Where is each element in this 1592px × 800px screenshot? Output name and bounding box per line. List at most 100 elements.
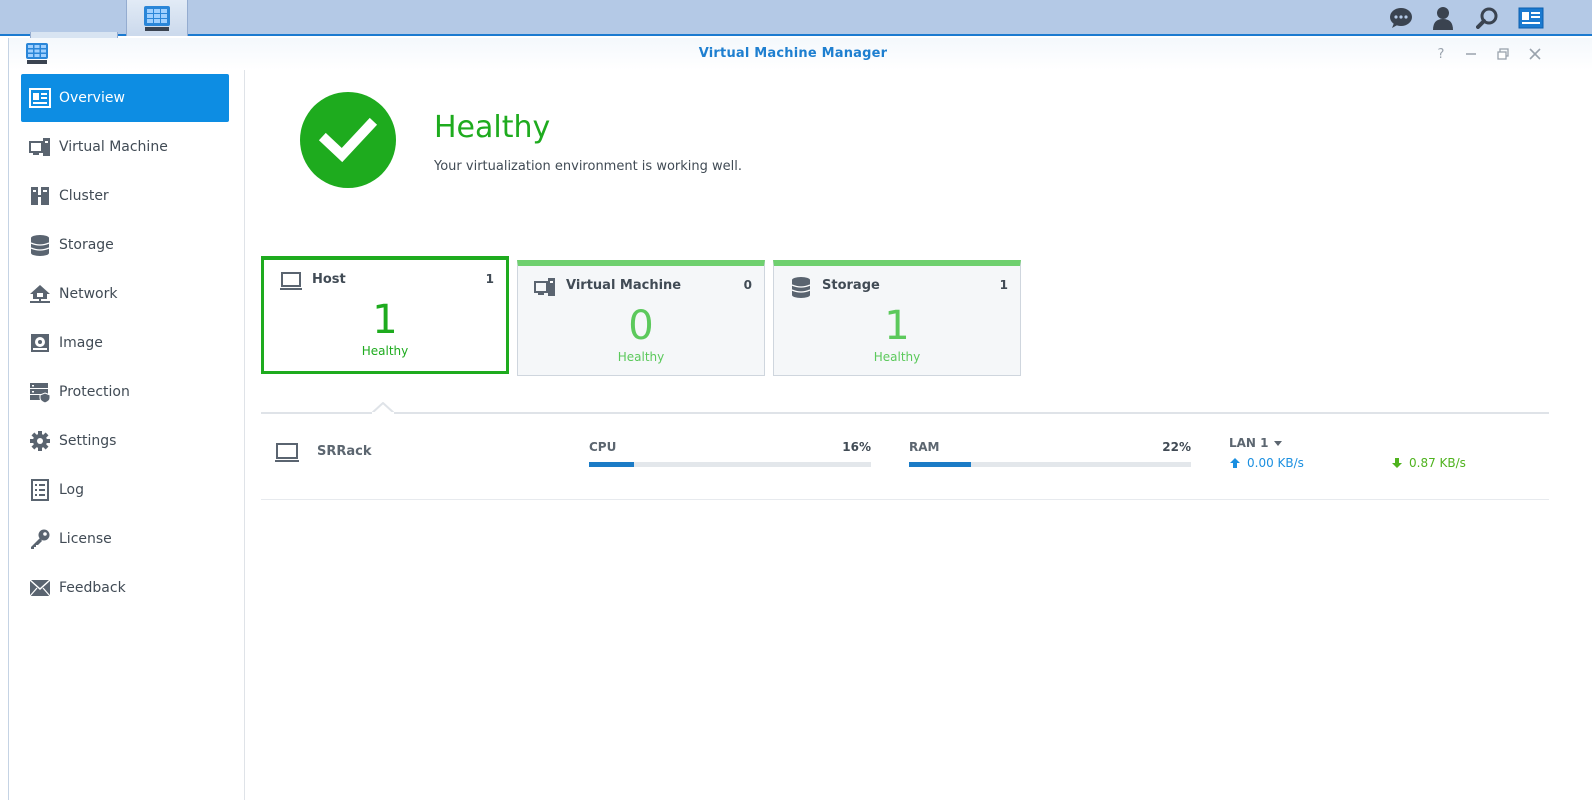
log-icon [29, 479, 51, 501]
download-speed-value: 0.87 KB/s [1409, 456, 1466, 470]
card-big-number: 1 [884, 303, 910, 349]
sidebar-item-protection[interactable]: Protection [21, 368, 229, 416]
help-icon: ? [1437, 46, 1445, 62]
gear-icon [29, 430, 51, 452]
notifications-button[interactable] [1386, 0, 1416, 36]
host-summary-card[interactable]: Host 1 1 Healthy [261, 256, 509, 374]
widgets-icon [1518, 7, 1544, 29]
sidebar-item-label: Protection [59, 384, 130, 400]
card-label: Storage [822, 278, 880, 293]
sidebar-item-label: Cluster [59, 188, 109, 204]
sidebar-item-settings[interactable]: Settings [21, 417, 229, 465]
sidebar-item-label: Storage [59, 237, 114, 253]
cluster-icon [29, 185, 51, 207]
window-title: Virtual Machine Manager [698, 46, 888, 61]
sidebar-item-label: Feedback [59, 580, 126, 596]
health-status-circle [300, 92, 396, 188]
maximize-button[interactable] [1495, 46, 1511, 62]
search-button[interactable] [1472, 0, 1502, 36]
sidebar-item-overview[interactable]: Overview [21, 74, 229, 122]
chat-bubble-icon [1390, 8, 1412, 28]
storage-icon [791, 277, 811, 298]
sidebar-item-label: Virtual Machine [59, 139, 168, 155]
overview-icon [29, 87, 51, 109]
sidebar-item-label: Overview [59, 90, 125, 106]
arrow-up-icon [1230, 458, 1240, 468]
ram-label: RAM [909, 440, 940, 454]
image-icon [29, 332, 51, 354]
search-icon [1476, 7, 1498, 29]
cpu-value: 16% [842, 440, 871, 454]
selection-pointer [372, 402, 394, 414]
card-count: 0 [743, 278, 752, 292]
cpu-bar-fill [589, 462, 635, 467]
sidebar: Overview Virtual Machine Cluster Storage… [9, 70, 245, 800]
vmm-window: Virtual Machine Manager ? Overview Virtu… [8, 38, 1592, 800]
host-name: SRRack [317, 444, 372, 459]
lan-label: LAN 1 [1229, 436, 1269, 450]
virtual-machine-summary-card[interactable]: Virtual Machine 0 0 Healthy [517, 260, 765, 376]
card-big-number: 0 [628, 303, 654, 349]
download-speed: 0.87 KB/s [1391, 456, 1466, 470]
sidebar-item-label: Log [59, 482, 85, 498]
card-status: Healthy [873, 350, 921, 364]
virtual-machine-icon [534, 278, 555, 296]
health-description: Your virtualization environment is worki… [434, 159, 743, 174]
ram-value: 22% [1162, 440, 1191, 454]
overview-panel: Healthy Your virtualization environment … [245, 70, 1592, 800]
storage-icon [29, 234, 51, 256]
virtual-machine-icon [29, 136, 51, 158]
card-label: Host [312, 272, 346, 287]
sidebar-item-storage[interactable]: Storage [21, 221, 229, 269]
upload-speed: 0.00 KB/s [1229, 456, 1304, 470]
sidebar-item-cluster[interactable]: Cluster [21, 172, 229, 220]
host-icon [275, 443, 299, 462]
sidebar-item-feedback[interactable]: Feedback [21, 564, 229, 612]
ram-bar-fill [909, 462, 972, 467]
key-icon [29, 528, 51, 550]
network-icon [29, 283, 51, 305]
sidebar-item-label: Settings [59, 433, 117, 449]
health-title: Healthy [434, 110, 551, 145]
card-count: 1 [999, 278, 1008, 292]
taskbar [0, 0, 1592, 762]
sidebar-item-log[interactable]: Log [21, 466, 229, 514]
envelope-icon [29, 577, 51, 599]
upload-speed-value: 0.00 KB/s [1247, 456, 1304, 470]
cpu-label: CPU [589, 440, 617, 454]
cpu-bar [589, 462, 871, 467]
ram-bar [909, 462, 1191, 467]
help-button[interactable]: ? [1433, 46, 1449, 62]
taskbar-vmm-app-button[interactable] [126, 0, 188, 36]
sidebar-item-label: License [59, 531, 112, 547]
sidebar-item-image[interactable]: Image [21, 319, 229, 367]
lan-selector[interactable]: LAN 1 [1229, 436, 1282, 450]
close-button[interactable] [1527, 46, 1543, 62]
user-icon [1433, 7, 1453, 30]
host-icon [280, 272, 302, 290]
maximize-icon [1497, 48, 1509, 60]
arrow-down-icon [1392, 458, 1402, 468]
card-status: Healthy [617, 350, 665, 364]
window-titlebar[interactable]: Virtual Machine Manager ? [9, 38, 1592, 70]
host-row[interactable]: SRRack CPU 16% RAM 22% LAN 1 0.00 KB/s 0… [261, 414, 1549, 500]
sidebar-item-label: Network [59, 286, 118, 302]
close-icon [1529, 48, 1541, 60]
sidebar-item-label: Image [59, 335, 103, 351]
card-label: Virtual Machine [566, 278, 682, 293]
sidebar-item-virtual-machine[interactable]: Virtual Machine [21, 123, 229, 171]
protection-icon [29, 381, 51, 403]
checkmark-icon [318, 117, 378, 163]
sidebar-item-license[interactable]: License [21, 515, 229, 563]
minimize-button[interactable] [1463, 46, 1479, 62]
card-big-number: 1 [372, 297, 398, 343]
storage-summary-card[interactable]: Storage 1 1 Healthy [773, 260, 1021, 376]
vmm-app-icon [144, 6, 170, 31]
sidebar-item-network[interactable]: Network [21, 270, 229, 318]
widgets-button[interactable] [1516, 0, 1546, 36]
card-status: Healthy [361, 344, 409, 358]
user-button[interactable] [1428, 0, 1458, 36]
chevron-down-icon [1273, 440, 1282, 446]
minimize-icon [1466, 53, 1476, 55]
card-count: 1 [485, 272, 494, 286]
